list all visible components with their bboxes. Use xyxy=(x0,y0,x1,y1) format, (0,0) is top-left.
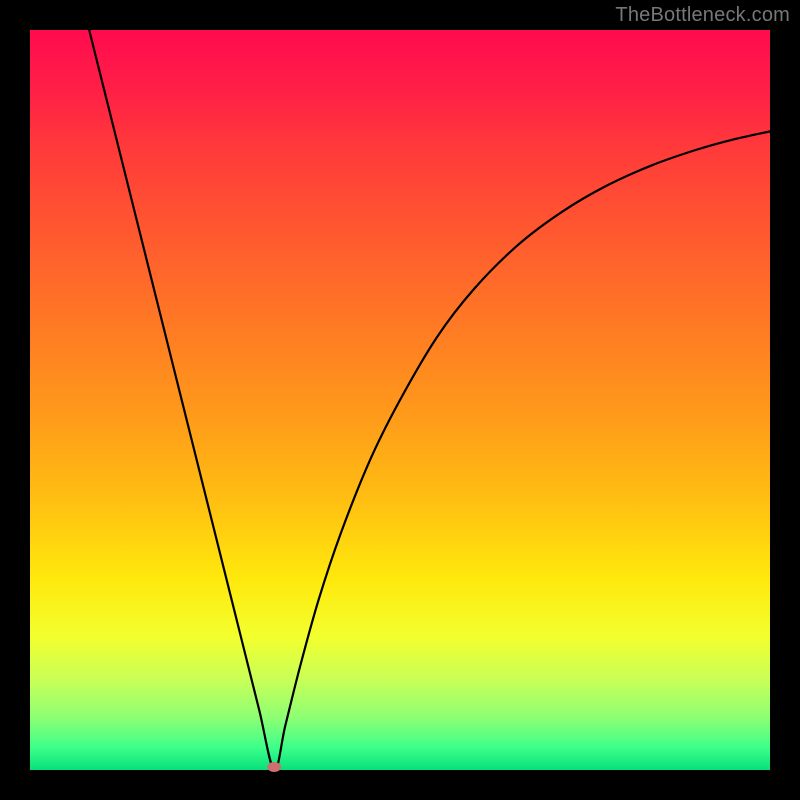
watermark-text: TheBottleneck.com xyxy=(615,4,790,27)
curve-line xyxy=(89,30,770,770)
bottleneck-curve xyxy=(30,30,770,770)
chart-frame: TheBottleneck.com xyxy=(0,0,800,800)
minimum-marker xyxy=(267,762,281,772)
